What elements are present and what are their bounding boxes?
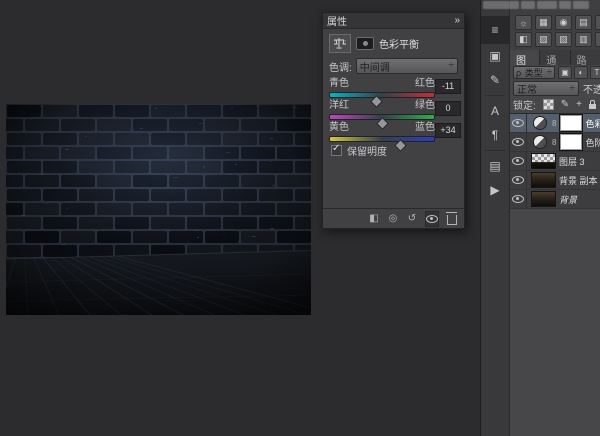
layer-row[interactable]: 图层 3 [510,152,600,171]
adjustment-layer-thumbnail[interactable] [533,135,547,149]
actions-panel-icon[interactable]: ▶ [481,178,509,202]
layer-filter-row: ρ 类型 ÷ ▣◐T [510,65,600,80]
yellow-label: 黄色 [329,118,349,133]
tab-layers[interactable]: 图层 [510,50,540,65]
tone-label: 色调: [329,59,352,74]
mask-link-icon[interactable]: 8 [552,119,556,128]
preserve-luminosity-checkbox[interactable] [331,145,342,156]
paragraph-panel-icon[interactable]: ¶ [481,123,509,147]
clip-to-layer-icon[interactable]: ◧ [368,212,380,226]
adjustment-preset-icon[interactable]: ☼ [515,15,532,30]
dropdown-arrows-icon: ÷ [546,68,552,78]
lock-move-icon[interactable]: + [576,100,582,110]
visibility-eye-icon[interactable] [425,211,439,227]
lock-transparency-icon[interactable] [543,99,554,110]
green-label: 绿色 [415,96,435,111]
adjustments-row-1: ☼▦◉▤◐ [515,15,600,30]
tab-paths[interactable]: 路径 [571,50,600,65]
cyan-label: 青色 [329,74,349,89]
preserve-luminosity-label: 保留明度 [347,143,387,158]
panel-collapse-icon[interactable]: » [454,15,460,26]
cyan-red-value[interactable]: -11 [435,79,461,94]
info-panel-icon[interactable]: ▣ [481,44,509,68]
layer-thumbnail[interactable] [532,192,555,206]
layer-filter-icon[interactable]: ◐ [574,66,588,79]
blend-mode-select[interactable]: 正常 ÷ [513,81,579,96]
tab-channels[interactable]: 通道 [540,50,570,65]
properties-panel-header: 属性 » [323,13,464,29]
adjustment-preset-icon[interactable]: ▦ [535,15,552,30]
layer-visibility-eye-icon[interactable] [512,119,524,127]
layers-panel-empty-area [510,209,600,436]
layer-mask-thumbnail[interactable] [560,115,582,131]
yellow-blue-value[interactable]: +34 [435,123,461,138]
character-panel-icon[interactable]: A [481,99,509,123]
lock-all-icon[interactable] [589,104,596,109]
blue-label: 蓝色 [415,118,435,133]
layer-row[interactable]: 背景 [510,190,600,209]
properties-panel-title: 属性 [327,13,347,28]
yellow-blue-track[interactable] [329,136,435,142]
layer-visibility-eye-icon[interactable] [512,176,524,184]
properties-panel: 属性 » 色彩平衡 色调: 中间调 ÷ 青色 红色 -11 洋红 绿色 0 [322,12,465,229]
blend-mode-row: 正常 ÷ 不透明度 [510,81,600,96]
layer-thumbnail[interactable] [532,154,555,168]
magenta-label: 洋红 [329,96,349,111]
adjustment-preset-icon[interactable]: ◐ [595,15,600,30]
adjustment-preset-icon[interactable]: ◉ [555,15,572,30]
lock-label: 锁定: [513,97,536,112]
adjustment-preset-icon[interactable]: ◧ [515,32,532,47]
adjustment-title: 色彩平衡 [379,36,419,51]
watermark-text [483,1,598,10]
layer-list: 8 色彩平衡 8 色阶图层 3 背景 副本 2 背景 [510,113,600,209]
brush-presets-icon[interactable]: ✎ [481,68,509,92]
lock-row: 锁定: ✎ + 填充 [510,97,600,112]
color-balance-scales-icon [329,34,351,53]
previous-state-eye-icon[interactable]: ◎ [387,212,399,226]
mask-link-icon[interactable]: 8 [552,138,556,147]
layer-row[interactable]: 8 色彩平衡 [510,114,600,133]
layer-filter-icon[interactable]: ▣ [558,66,572,79]
layer-comps-icon[interactable]: ▤ [481,154,509,178]
delete-adjustment-icon[interactable] [446,212,458,226]
layer-row[interactable]: 8 色阶 [510,133,600,152]
layer-thumbnail[interactable] [532,173,555,187]
lock-paint-icon[interactable]: ✎ [561,100,569,110]
layer-name[interactable]: 背景 [559,193,577,206]
reset-icon[interactable]: ↺ [406,212,418,226]
adjustments-row-2: ◧▨▧▥▩ [515,32,600,47]
dropdown-arrows-icon: ÷ [570,84,576,94]
layer-visibility-eye-icon[interactable] [512,157,524,165]
layer-row[interactable]: 背景 副本 2 [510,171,600,190]
layer-name[interactable]: 图层 3 [559,155,585,168]
properties-panel-icon[interactable]: ≡ [481,16,509,44]
adjustment-preset-icon[interactable]: ▥ [575,32,592,47]
adjustment-preset-icon[interactable]: ▧ [555,32,572,47]
layer-visibility-eye-icon[interactable] [512,138,524,146]
layer-name[interactable]: 色阶 [585,136,600,149]
layer-name[interactable]: 背景 副本 2 [559,174,600,187]
filter-search-icon: ρ [516,68,521,78]
layer-mask-thumbnail[interactable] [560,134,582,150]
panel-tabs: 图层 通道 路径 [510,50,600,65]
mask-preview-icon [356,37,374,50]
layer-visibility-eye-icon[interactable] [512,195,524,203]
adjustment-preset-icon[interactable]: ▨ [535,32,552,47]
collapsed-panels-strip: ≡▣✎ A¶ ▤▶ [481,0,509,436]
red-label: 红色 [415,74,435,89]
adjustment-preset-icon[interactable]: ▩ [595,32,600,47]
magenta-green-value[interactable]: 0 [435,101,461,116]
layer-filter-icon[interactable]: T [590,66,600,79]
adjustment-layer-thumbnail[interactable] [533,116,547,130]
tone-select[interactable]: 中间调 ÷ [356,58,458,74]
opacity-label: 不透明度 [583,81,600,96]
adjustment-preset-icon[interactable]: ▤ [575,15,592,30]
yellow-blue-thumb[interactable] [394,139,407,152]
props-footer: ◧ ◎ ↺ [323,208,464,228]
layers-panel: ☼▦◉▤◐ ◧▨▧▥▩ 图层 通道 路径 ρ 类型 ÷ ▣◐T 正常 ÷ 不透明… [509,0,600,436]
canvas-image[interactable] [6,104,311,315]
dropdown-arrows-icon: ÷ [449,61,455,71]
filter-kind-select[interactable]: ρ 类型 ÷ [513,66,555,79]
layer-name[interactable]: 色彩平衡 [585,117,600,130]
